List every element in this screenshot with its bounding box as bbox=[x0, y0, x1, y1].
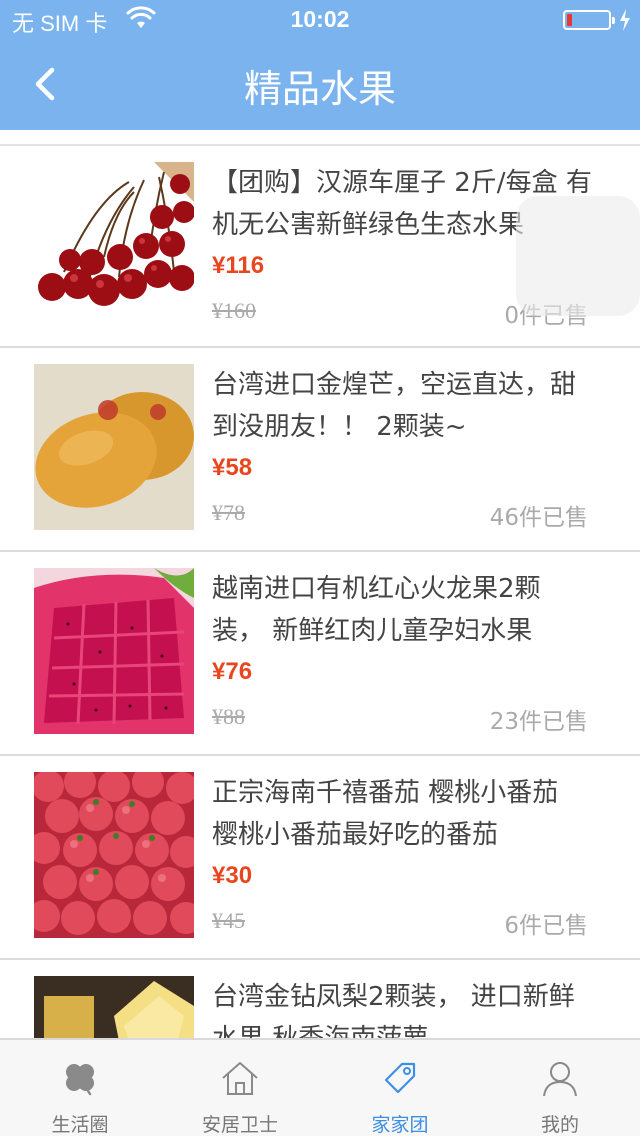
product-image-mango bbox=[34, 364, 194, 530]
product-original-price: ¥160 bbox=[212, 298, 256, 323]
tab-label: 我的 bbox=[540, 1114, 579, 1136]
clover-icon bbox=[66, 1064, 94, 1096]
nav-bar: 精品水果 bbox=[0, 40, 640, 130]
tab-bar: 生活圈 安居卫士 家家团 我的 bbox=[0, 1038, 640, 1136]
product-item[interactable]: 越南进口有机红心火龙果2颗装， 新鲜红肉儿童孕妇水果 ¥76 ¥88 23件已售 bbox=[0, 552, 640, 756]
product-original-price: ¥88 bbox=[212, 704, 245, 729]
top-bar: 无 SIM 卡 10:02 精品水果 bbox=[0, 0, 640, 130]
product-price: ¥30 bbox=[212, 862, 253, 889]
product-original-price: ¥45 bbox=[212, 908, 245, 933]
tab-label: 安居卫士 bbox=[201, 1114, 278, 1136]
tag-icon bbox=[384, 1062, 416, 1094]
user-icon bbox=[543, 1062, 577, 1097]
battery-icon bbox=[563, 10, 615, 30]
tab-life-circle[interactable]: 生活圈 bbox=[0, 1040, 160, 1136]
product-price: ¥76 bbox=[212, 658, 253, 685]
product-image-pineapple bbox=[34, 976, 194, 1038]
product-price: ¥58 bbox=[212, 454, 253, 481]
product-name: 越南进口有机红心火龙果2颗装， 新鲜红肉儿童孕妇水果 bbox=[212, 574, 541, 646]
product-price: ¥116 bbox=[212, 252, 265, 279]
tab-me[interactable]: 我的 bbox=[480, 1040, 640, 1136]
product-name: 台湾进口金煌芒，空运直达，甜到没朋友！！ 2颗装~ bbox=[212, 370, 577, 442]
product-original-price: ¥78 bbox=[212, 500, 245, 525]
tab-label: 生活圈 bbox=[51, 1114, 109, 1136]
product-name: 正宗海南千禧番茄 樱桃小番茄 樱桃小番茄最好吃的番茄 bbox=[212, 778, 559, 850]
product-sold-count: 23件已售 bbox=[489, 709, 588, 735]
product-image-cherry-tomatoes bbox=[34, 772, 194, 938]
status-bar: 无 SIM 卡 10:02 bbox=[0, 0, 640, 40]
product-image-dragon-fruit bbox=[34, 568, 194, 734]
product-item[interactable]: 台湾金钻凤梨2颗装， 进口新鲜水果 秋季海南菠萝 bbox=[0, 960, 640, 1038]
assistive-touch-overlay[interactable] bbox=[516, 196, 640, 316]
clock: 10:02 bbox=[290, 6, 350, 32]
tab-group-buy[interactable]: 家家团 bbox=[320, 1040, 480, 1136]
tab-home-security[interactable]: 安居卫士 bbox=[160, 1040, 320, 1136]
home-icon bbox=[222, 1062, 258, 1095]
tab-label: 家家团 bbox=[371, 1114, 429, 1136]
page-title: 精品水果 bbox=[243, 67, 396, 111]
product-sold-count: 46件已售 bbox=[489, 505, 588, 531]
charging-icon bbox=[620, 9, 630, 31]
product-item[interactable]: 台湾进口金煌芒，空运直达，甜到没朋友！！ 2颗装~ ¥58 ¥78 46件已售 bbox=[0, 348, 640, 552]
product-item[interactable]: 正宗海南千禧番茄 樱桃小番茄 樱桃小番茄最好吃的番茄 ¥30 ¥45 6件已售 bbox=[0, 756, 640, 960]
product-sold-count: 6件已售 bbox=[504, 913, 588, 939]
product-name: 台湾金钻凤梨2颗装， 进口新鲜水果 秋季海南菠萝 bbox=[212, 982, 575, 1038]
product-image-cherries bbox=[34, 162, 194, 328]
